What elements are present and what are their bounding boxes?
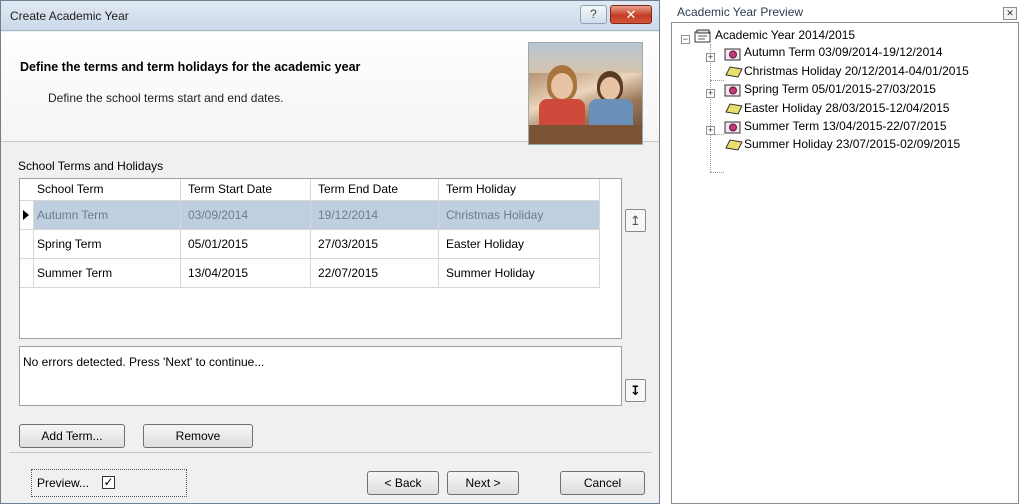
- section-label: School Terms and Holidays: [18, 159, 164, 173]
- row-header[interactable]: [20, 201, 34, 229]
- title-bar: Create Academic Year ? ✕: [1, 1, 659, 31]
- terms-grid: School Term Term Start Date Term End Dat…: [19, 178, 622, 339]
- classroom-photo: [528, 42, 643, 145]
- cell-start-date[interactable]: 05/01/2015: [188, 237, 248, 251]
- tree-connector: [710, 44, 711, 172]
- column-divider: [180, 179, 181, 288]
- row-header[interactable]: [20, 259, 34, 287]
- cell-end-date[interactable]: 22/07/2015: [318, 266, 378, 280]
- expand-icon[interactable]: +: [706, 126, 715, 135]
- cell-holiday[interactable]: Christmas Holiday: [446, 208, 543, 222]
- tree-item-term[interactable]: Summer Term 13/04/2015-22/07/2015: [744, 119, 947, 133]
- term-icon: [724, 121, 741, 134]
- tree-item-holiday[interactable]: Easter Holiday 28/03/2015-12/04/2015: [744, 101, 949, 115]
- holiday-icon: [725, 139, 743, 151]
- expand-icon[interactable]: +: [706, 53, 715, 62]
- preview-pane-title: Academic Year Preview: [677, 5, 804, 19]
- cell-term[interactable]: Autumn Term: [37, 208, 108, 222]
- cancel-button[interactable]: Cancel: [560, 471, 645, 495]
- column-header-start-date[interactable]: Term Start Date: [188, 182, 272, 196]
- term-icon: [724, 84, 741, 97]
- row-header[interactable]: [20, 230, 34, 258]
- header-panel: Define the terms and term holidays for t…: [1, 32, 659, 145]
- dialog-title: Create Academic Year: [10, 9, 129, 23]
- cell-holiday[interactable]: Summer Holiday: [446, 266, 535, 280]
- tree-item-term[interactable]: Autumn Term 03/09/2014-19/12/2014: [744, 45, 943, 59]
- expand-icon[interactable]: +: [706, 89, 715, 98]
- collapse-icon[interactable]: −: [681, 35, 690, 44]
- tree-item-academic-year[interactable]: Academic Year 2014/2015: [715, 28, 855, 42]
- column-header-term-holiday[interactable]: Term Holiday: [446, 182, 516, 196]
- move-down-button[interactable]: ↧: [625, 379, 646, 402]
- page-subheading: Define the school terms start and end da…: [48, 91, 284, 105]
- cell-end-date[interactable]: 19/12/2014: [318, 208, 378, 222]
- move-up-button[interactable]: ↥: [625, 209, 646, 232]
- tree-connector: [710, 80, 724, 81]
- academic-year-preview-pane: − Academic Year 2014/2015 + Autumn Term …: [671, 22, 1019, 504]
- close-button[interactable]: ✕: [610, 5, 652, 24]
- add-term-button[interactable]: Add Term...: [19, 424, 125, 448]
- holiday-icon: [725, 103, 743, 115]
- status-box: No errors detected. Press 'Next' to cont…: [19, 346, 622, 406]
- status-message: No errors detected. Press 'Next' to cont…: [23, 355, 265, 369]
- cell-start-date[interactable]: 03/09/2014: [188, 208, 248, 222]
- create-academic-year-dialog: Create Academic Year ? ✕ Define the term…: [0, 0, 660, 504]
- next-button[interactable]: Next >: [447, 471, 519, 495]
- footer-divider: [9, 452, 652, 453]
- column-divider: [438, 179, 439, 288]
- preview-checkbox[interactable]: ✓: [102, 476, 115, 489]
- holiday-icon: [725, 66, 743, 78]
- cell-holiday[interactable]: Easter Holiday: [446, 237, 524, 251]
- cell-start-date[interactable]: 13/04/2015: [188, 266, 248, 280]
- preview-pane-close-button[interactable]: ✕: [1003, 7, 1017, 20]
- tree-connector: [710, 172, 724, 173]
- back-button[interactable]: < Back: [367, 471, 439, 495]
- tree-item-holiday[interactable]: Summer Holiday 23/07/2015-02/09/2015: [744, 137, 960, 151]
- cell-term[interactable]: Summer Term: [37, 266, 112, 280]
- cell-term[interactable]: Spring Term: [37, 237, 101, 251]
- preview-label: Preview...: [37, 476, 90, 490]
- column-divider: [599, 179, 600, 288]
- current-row-icon: [23, 210, 29, 220]
- remove-button[interactable]: Remove: [143, 424, 253, 448]
- column-header-end-date[interactable]: Term End Date: [318, 182, 398, 196]
- academic-year-icon: [694, 29, 711, 43]
- column-divider: [310, 179, 311, 288]
- cell-end-date[interactable]: 27/03/2015: [318, 237, 378, 251]
- page-heading: Define the terms and term holidays for t…: [20, 60, 361, 74]
- tree-item-term[interactable]: Spring Term 05/01/2015-27/03/2015: [744, 82, 936, 96]
- tree-item-holiday[interactable]: Christmas Holiday 20/12/2014-04/01/2015: [744, 64, 969, 78]
- term-icon: [724, 48, 741, 61]
- column-header-school-term[interactable]: School Term: [37, 182, 103, 196]
- help-button[interactable]: ?: [580, 5, 607, 24]
- preview-checkbox-group[interactable]: Preview... ✓: [31, 469, 187, 497]
